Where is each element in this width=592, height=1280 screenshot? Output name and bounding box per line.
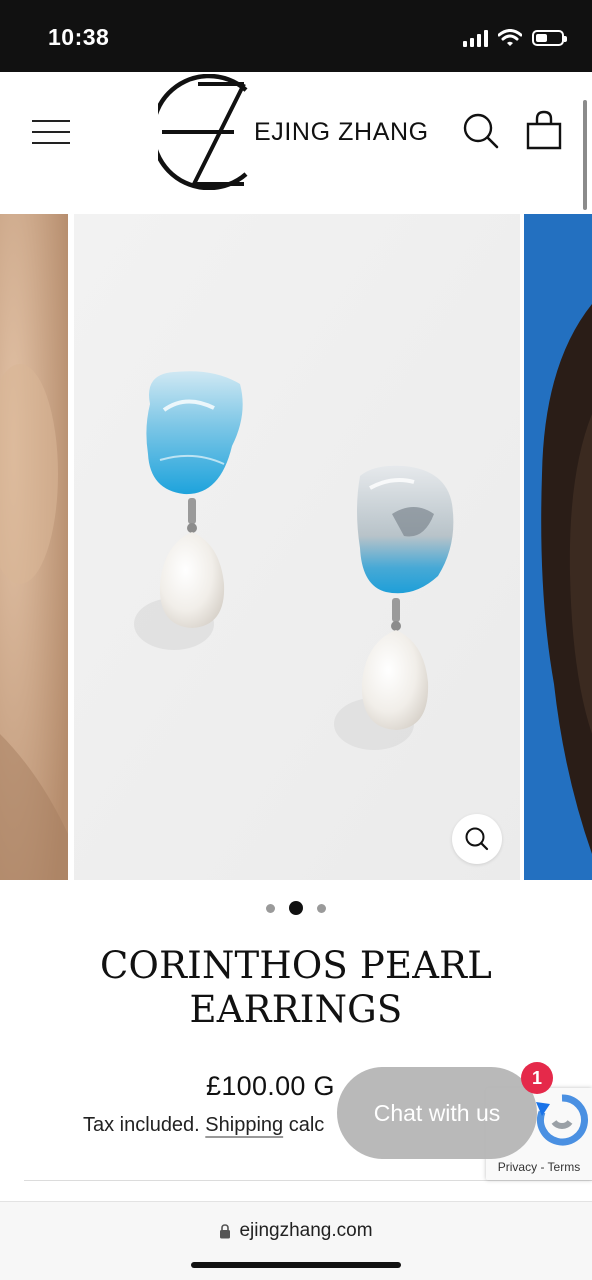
recaptcha-logo-icon — [536, 1094, 588, 1146]
battery-icon — [532, 30, 567, 46]
product-title: CORINTHOS PEARL EARRINGS — [100, 944, 492, 1031]
wifi-icon — [498, 29, 522, 46]
tax-included-text: Tax included. — [83, 1114, 206, 1136]
url-text: ejingzhang.com — [239, 1220, 373, 1241]
home-indicator[interactable] — [191, 1262, 401, 1268]
gallery-slide-active[interactable] — [74, 214, 520, 880]
shipping-calc-text: calc — [283, 1114, 325, 1136]
shipping-link[interactable]: Shipping — [205, 1114, 283, 1136]
shopping-bag-icon[interactable] — [526, 110, 562, 150]
zoom-button[interactable] — [452, 814, 502, 864]
model-portrait-photo — [524, 214, 592, 880]
status-bar: 10:38 — [0, 0, 592, 72]
signal-icon — [463, 29, 488, 47]
model-ear-photo — [0, 214, 68, 880]
url-field[interactable]: ejingzhang.com — [0, 1220, 592, 1242]
chat-unread-badge: 1 — [521, 1062, 553, 1094]
pagination-dot-1[interactable] — [266, 903, 275, 913]
brand-name: EJING ZHANG — [254, 118, 429, 146]
ez-monogram-logo-icon — [158, 74, 248, 190]
gallery-pagination — [0, 900, 592, 916]
search-icon[interactable] — [462, 112, 500, 150]
tax-shipping-note: Tax included. Shipping calc — [83, 1114, 324, 1137]
gallery-slide-prev[interactable] — [0, 214, 68, 880]
gallery-slide-next[interactable] — [524, 214, 592, 880]
hamburger-menu-icon[interactable] — [32, 116, 72, 148]
pagination-dot-2-active[interactable] — [289, 901, 303, 915]
brand-logo[interactable]: EJING ZHANG — [158, 74, 448, 190]
earrings-product-photo — [74, 214, 520, 880]
recaptcha-privacy-terms[interactable]: Privacy - Terms — [486, 1160, 592, 1174]
product-image-gallery[interactable] — [0, 214, 592, 880]
status-icons — [463, 26, 567, 50]
zoom-icon — [465, 827, 489, 851]
page-scrollbar[interactable] — [583, 100, 587, 210]
chat-button-label: Chat with us — [373, 1099, 501, 1126]
browser-address-bar: ejingzhang.com — [0, 1201, 592, 1280]
site-header: EJING ZHANG — [0, 72, 592, 214]
lock-icon — [220, 1223, 231, 1238]
status-time: 10:38 — [48, 24, 110, 50]
section-divider — [24, 1180, 592, 1181]
chat-with-us-button[interactable]: Chat with us — [337, 1067, 537, 1159]
pagination-dot-3[interactable] — [317, 903, 326, 913]
product-price: £100.00 G — [206, 1071, 335, 1101]
